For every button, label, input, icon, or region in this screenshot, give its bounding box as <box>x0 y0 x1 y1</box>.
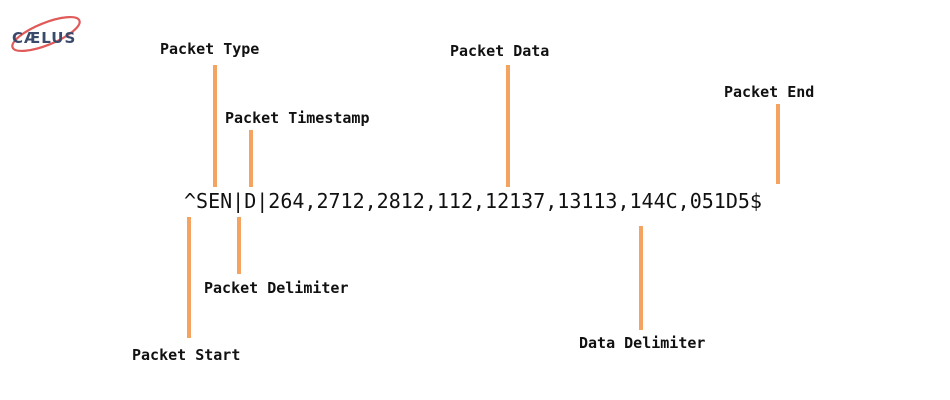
logo-text: CÆLUS <box>12 29 76 47</box>
label-packet-start: Packet Start <box>132 346 241 364</box>
label-packet-type: Packet Type <box>160 40 260 58</box>
label-packet-data: Packet Data <box>450 42 550 60</box>
connector-packet-data <box>506 65 510 187</box>
connector-packet-start <box>187 217 191 338</box>
connector-data-delimiter <box>639 226 643 330</box>
caelus-logo: CÆLUS <box>8 8 84 60</box>
packet-string: ^SEN|D|264,2712,2812,112,12137,13113,144… <box>184 189 762 213</box>
label-packet-end: Packet End <box>724 83 815 101</box>
connector-packet-type <box>213 65 217 187</box>
connector-packet-timestamp <box>249 130 253 187</box>
label-packet-delimiter: Packet Delimiter <box>204 279 349 297</box>
label-data-delimiter: Data Delimiter <box>579 334 706 352</box>
connector-packet-end <box>776 104 780 184</box>
connector-packet-delimiter <box>237 217 241 274</box>
label-packet-timestamp: Packet Timestamp <box>225 109 370 127</box>
